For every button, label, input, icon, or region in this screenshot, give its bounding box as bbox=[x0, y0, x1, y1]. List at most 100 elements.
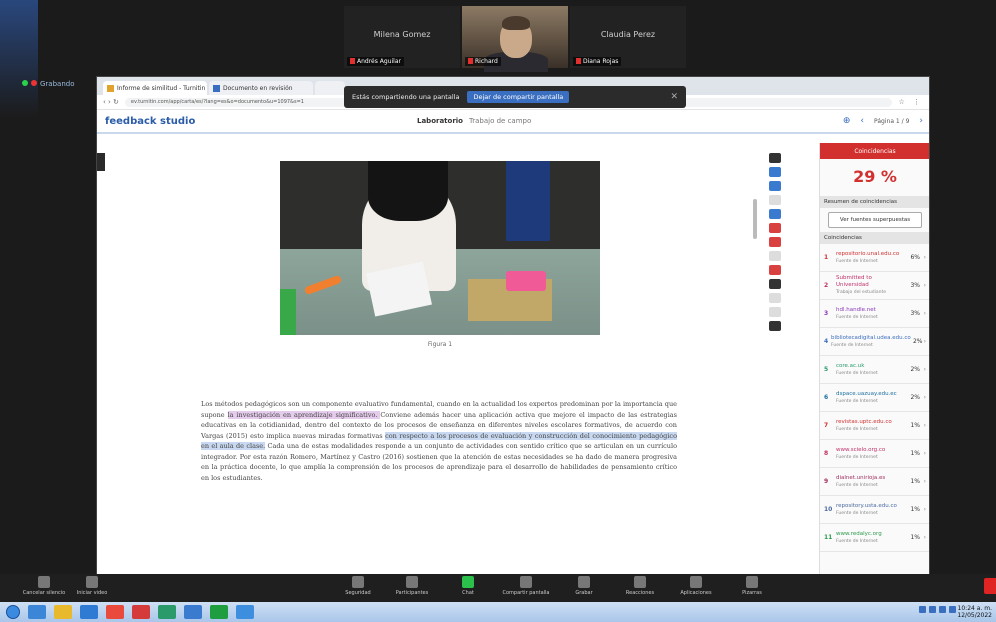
language-icon[interactable] bbox=[949, 606, 956, 613]
match-row[interactable]: 3 hdl.handle.net Fuente de Internet 3% › bbox=[820, 300, 929, 328]
match-percent: 1% bbox=[910, 506, 920, 513]
favicon-icon bbox=[107, 84, 114, 92]
zoom-control-button[interactable]: Seguridad bbox=[330, 576, 386, 596]
match-row[interactable]: 2 Submitted to Universidad Trabajo del est… bbox=[820, 272, 929, 300]
browser-tab-2[interactable]: Documento en revisión bbox=[209, 81, 313, 95]
flag-icon[interactable] bbox=[769, 265, 781, 275]
prev-page-icon[interactable]: ‹ bbox=[860, 116, 864, 126]
browser-window: Informe de similitud - Turnitin Document… bbox=[96, 76, 930, 576]
match-row[interactable]: 10 repository.usta.edu.co Fuente de Intern… bbox=[820, 496, 929, 524]
taskbar-app-icon[interactable] bbox=[106, 605, 124, 619]
close-icon[interactable]: ✕ bbox=[670, 92, 678, 102]
volume-icon[interactable] bbox=[929, 606, 936, 613]
help-icon[interactable] bbox=[769, 321, 781, 331]
taskbar-app-icon[interactable] bbox=[158, 605, 176, 619]
match-number: 3 bbox=[824, 310, 829, 317]
recording-status[interactable]: Grabando bbox=[22, 80, 75, 88]
control-icon bbox=[352, 576, 364, 588]
browser-tab-3[interactable] bbox=[315, 81, 345, 95]
grading-icon[interactable] bbox=[769, 181, 781, 191]
camera-tag: Richard bbox=[465, 57, 501, 66]
taskbar-app-icon[interactable] bbox=[184, 605, 202, 619]
match-row[interactable]: 11 www.redalyc.org Fuente de Internet 1% › bbox=[820, 524, 929, 552]
chevron-right-icon: › bbox=[923, 310, 926, 317]
match-highlight[interactable]: la investigación en aprendizaje signific… bbox=[227, 410, 381, 419]
zoom-control-button[interactable]: Compartir pantalla bbox=[498, 576, 554, 596]
match-percent: 2% bbox=[910, 394, 920, 401]
taskbar-clock[interactable]: 10:24 a. m. 12/05/2022 bbox=[957, 605, 992, 619]
battery-icon[interactable] bbox=[939, 606, 946, 613]
zoom-control-button[interactable]: Chat bbox=[440, 576, 496, 596]
match-number: 2 bbox=[824, 282, 829, 289]
side-panel-toggle[interactable] bbox=[97, 153, 105, 171]
match-number: 9 bbox=[824, 478, 829, 485]
taskbar-app-icon[interactable] bbox=[210, 605, 228, 619]
taskbar-app-icon[interactable] bbox=[236, 605, 254, 619]
participant-tile-2[interactable]: Claudia Perez Diana Rojas bbox=[570, 6, 686, 68]
next-page-icon[interactable]: › bbox=[919, 116, 923, 126]
match-row[interactable]: 7 revistas.uptc.edu.co Fuente de Internet 1… bbox=[820, 412, 929, 440]
document-viewer[interactable]: Figura 1 Los métodos pedagógicos son un … bbox=[97, 151, 789, 575]
match-percent: 1% bbox=[910, 422, 920, 429]
control-icon bbox=[38, 576, 50, 588]
taskbar-app-icon[interactable] bbox=[54, 605, 72, 619]
link-icon[interactable] bbox=[769, 209, 781, 219]
stop-share-button[interactable]: Dejar de compartir pantalla bbox=[467, 91, 570, 103]
zoom-control-button[interactable]: Grabar bbox=[556, 576, 612, 596]
participant-camera-tile[interactable]: Richard bbox=[462, 6, 568, 72]
filter-settings-icon[interactable] bbox=[769, 251, 781, 261]
match-row[interactable]: 1 repositorio.unal.edu.co Fuente de Intern… bbox=[820, 244, 929, 272]
match-number: 6 bbox=[824, 394, 829, 401]
match-row[interactable]: 6 dspace.uazuay.edu.ec Fuente de Internet 2… bbox=[820, 384, 929, 412]
favicon-icon bbox=[213, 84, 220, 92]
participant-tile-1[interactable]: Milena Gomez Andrés Aguilar bbox=[344, 6, 460, 68]
match-overview-icon[interactable] bbox=[769, 237, 781, 247]
mic-muted-icon bbox=[576, 58, 581, 64]
document-photo bbox=[280, 161, 600, 335]
taskbar-app-icon[interactable] bbox=[80, 605, 98, 619]
download-icon[interactable]: ⊕ bbox=[843, 116, 851, 126]
settings-icon[interactable] bbox=[769, 307, 781, 317]
extensions-icon[interactable]: ☆ ⋮ bbox=[898, 98, 923, 106]
taskbar-app-icon[interactable] bbox=[132, 605, 150, 619]
control-icon bbox=[746, 576, 758, 588]
match-source: www.redalyc.org Fuente de Internet bbox=[836, 530, 882, 544]
chevron-right-icon: › bbox=[923, 534, 926, 541]
overview-section-header: Resumen de coincidencias bbox=[820, 196, 929, 208]
match-row[interactable]: 9 dialnet.unirioja.es Fuente de Internet 1%… bbox=[820, 468, 929, 496]
taskbar: 10:24 a. m. 12/05/2022 bbox=[0, 602, 996, 622]
document-paragraph: Los métodos pedagógicos son un component… bbox=[201, 400, 677, 482]
desktop-wallpaper bbox=[0, 0, 38, 118]
taskbar-app-icon[interactable] bbox=[28, 605, 46, 619]
zoom-control-button[interactable]: Participantes bbox=[384, 576, 440, 596]
network-icon[interactable] bbox=[919, 606, 926, 613]
app-logo[interactable]: feedback studio bbox=[105, 116, 195, 127]
layers-icon[interactable] bbox=[769, 153, 781, 163]
start-button[interactable] bbox=[6, 605, 20, 619]
zoom-control-button[interactable]: Iniciar video bbox=[64, 576, 120, 596]
mic-muted-icon bbox=[350, 58, 355, 64]
control-icon bbox=[86, 576, 98, 588]
download-icon[interactable] bbox=[769, 293, 781, 303]
chevron-right-icon: › bbox=[923, 422, 926, 429]
match-row[interactable]: 4 bibliotecadigital.udea.edu.co Fuente de … bbox=[820, 328, 929, 356]
similarity-icon[interactable] bbox=[769, 223, 781, 233]
info-icon[interactable] bbox=[769, 279, 781, 289]
comment-icon[interactable] bbox=[769, 167, 781, 177]
match-source: www.scielo.org.co Fuente de Internet bbox=[836, 446, 886, 460]
match-row[interactable]: 5 core.ac.uk Fuente de Internet 2% › bbox=[820, 356, 929, 384]
participant-name: Milena Gomez bbox=[373, 30, 431, 39]
end-meeting-button[interactable] bbox=[984, 578, 996, 594]
match-percent: 1% bbox=[910, 478, 920, 485]
participant-tag: Andrés Aguilar bbox=[347, 57, 404, 66]
scrollbar[interactable] bbox=[753, 199, 757, 239]
browser-tab-1[interactable]: Informe de similitud - Turnitin bbox=[103, 81, 207, 95]
match-row[interactable]: 8 www.scielo.org.co Fuente de Internet 1% › bbox=[820, 440, 929, 468]
zoom-control-button[interactable]: Reacciones bbox=[612, 576, 668, 596]
filter-icon[interactable] bbox=[769, 195, 781, 205]
chevron-right-icon: › bbox=[923, 282, 926, 289]
zoom-control-button[interactable]: Pizarras bbox=[724, 576, 780, 596]
navigation-buttons[interactable]: ‹ › ↻ bbox=[103, 98, 119, 106]
zoom-control-button[interactable]: Aplicaciones bbox=[668, 576, 724, 596]
view-sources-button[interactable]: Ver fuentes superpuestas bbox=[828, 212, 922, 228]
